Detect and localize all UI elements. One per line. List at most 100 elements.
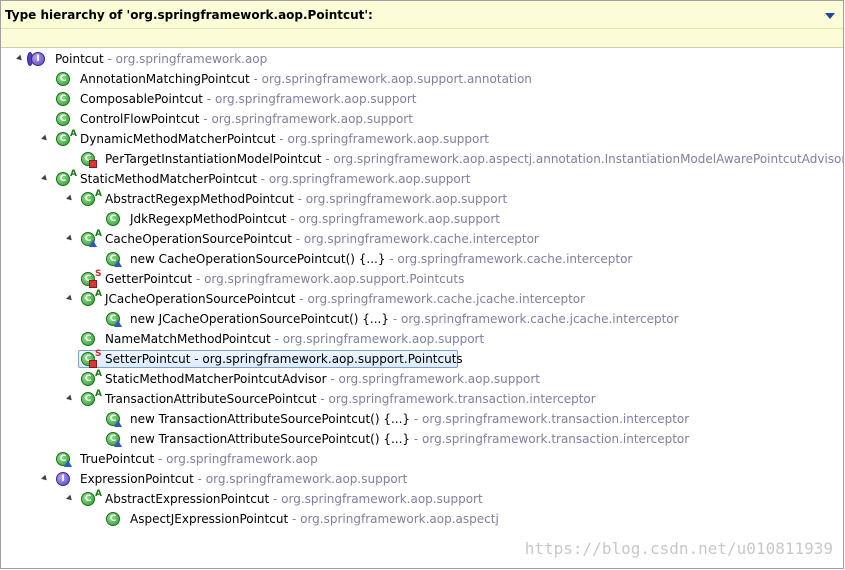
- tree-row[interactable]: ADynamicMethodMatcherPointcut - org.spri…: [1, 129, 843, 149]
- private-access-icon: [89, 360, 97, 368]
- tree-row[interactable]: PerTargetInstantiationModelPointcut - or…: [1, 149, 843, 169]
- type-label: SetterPointcut: [105, 352, 191, 366]
- type-name: ExpressionPointcut - org.springframework…: [80, 469, 407, 489]
- type-label: TransactionAttributeSourcePointcut: [105, 392, 317, 406]
- type-label: JCacheOperationSourcePointcut: [105, 292, 296, 306]
- class-icon: [56, 112, 70, 126]
- tree-row[interactable]: new TransactionAttributeSourcePointcut()…: [1, 429, 843, 449]
- abstract-marker: A: [95, 189, 102, 199]
- type-name: StaticMethodMatcherPointcutAdvisor - org…: [105, 369, 540, 389]
- static-marker: S: [95, 269, 102, 279]
- package-label: - org.springframework.aop.support: [293, 192, 508, 206]
- package-label: - org.springframework.transaction.interc…: [316, 392, 596, 406]
- package-label: - org.springframework.aop.support: [326, 372, 540, 386]
- expand-toggle-icon[interactable]: [66, 194, 74, 203]
- class-icon: [81, 332, 95, 346]
- type-label: new TransactionAttributeSourcePointcut()…: [130, 432, 411, 446]
- tree-row[interactable]: AnnotationMatchingPointcut - org.springf…: [1, 69, 843, 89]
- package-label: - org.springframework.aop.support: [286, 212, 500, 226]
- tree-row[interactable]: new JCacheOperationSourcePointcut() {...…: [1, 309, 843, 329]
- interface-icon: [31, 52, 45, 66]
- tree-row[interactable]: ExpressionPointcut - org.springframework…: [1, 469, 843, 489]
- class-icon: [56, 72, 70, 86]
- package-label: - org.springframework.aop.support: [275, 132, 490, 146]
- package-label: - org.springframework.aop.support.annota…: [249, 72, 532, 86]
- tree-row[interactable]: ControlFlowPointcut - org.springframewor…: [1, 109, 843, 129]
- type-label: AspectJExpressionPointcut: [130, 512, 289, 526]
- expand-toggle-icon[interactable]: [41, 474, 49, 483]
- package-label: - org.springframework.aop.support: [270, 332, 485, 346]
- package-label: - org.springframework.aop: [103, 52, 268, 66]
- default-access-icon: [114, 260, 122, 267]
- package-label: - org.springframework.aop.aspectj: [288, 512, 499, 526]
- view-menu-icon[interactable]: [825, 13, 835, 19]
- type-name: AbstractRegexpMethodPointcut - org.sprin…: [105, 189, 507, 209]
- expand-toggle-icon[interactable]: [66, 234, 74, 243]
- type-name: StaticMethodMatcherPointcut - org.spring…: [80, 169, 470, 189]
- tree-row[interactable]: AJCacheOperationSourcePointcut - org.spr…: [1, 289, 843, 309]
- tree-row[interactable]: ComposablePointcut - org.springframework…: [1, 89, 843, 109]
- abstract-marker: A: [95, 489, 102, 499]
- tree-row[interactable]: AAbstractExpressionPointcut - org.spring…: [1, 489, 843, 509]
- type-name: new TransactionAttributeSourcePointcut()…: [130, 409, 689, 429]
- tree-row[interactable]: JdkRegexpMethodPointcut - org.springfram…: [1, 209, 843, 229]
- tree-row[interactable]: ATransactionAttributeSourcePointcut - or…: [1, 389, 843, 409]
- package-label: - org.springframework.aop.aspectj.annota…: [321, 152, 843, 166]
- type-name: new TransactionAttributeSourcePointcut()…: [130, 429, 689, 449]
- type-label: NameMatchMethodPointcut: [105, 332, 271, 346]
- package-label: - org.springframework.aop.support: [193, 472, 408, 486]
- hierarchy-tree[interactable]: Pointcut - org.springframework.aopAnnota…: [1, 49, 843, 568]
- type-label: PerTargetInstantiationModelPointcut: [105, 152, 322, 166]
- tree-row[interactable]: AStaticMethodMatcherPointcutAdvisor - or…: [1, 369, 843, 389]
- class-icon: [81, 492, 95, 506]
- expand-toggle-icon[interactable]: [66, 294, 74, 303]
- abstract-marker: A: [95, 289, 102, 299]
- tree-row[interactable]: SGetterPointcut - org.springframework.ao…: [1, 269, 843, 289]
- expand-toggle-icon[interactable]: [66, 394, 74, 403]
- class-icon: [81, 292, 95, 306]
- tree-row[interactable]: TruePointcut - org.springframework.aop: [1, 449, 843, 469]
- tree-row[interactable]: new CacheOperationSourcePointcut() {...}…: [1, 249, 843, 269]
- expand-toggle-icon[interactable]: [66, 494, 74, 503]
- expand-toggle-icon[interactable]: [41, 134, 49, 143]
- tree-row[interactable]: SSetterPointcut - org.springframework.ao…: [1, 349, 843, 369]
- type-label: ComposablePointcut: [80, 92, 204, 106]
- tree-row[interactable]: Pointcut - org.springframework.aop: [1, 49, 843, 69]
- expand-toggle-icon[interactable]: [16, 54, 24, 63]
- abstract-marker: A: [95, 229, 102, 239]
- package-label: - org.springframework.aop.support: [256, 172, 471, 186]
- private-access-icon: [89, 160, 97, 168]
- private-access-icon: [89, 280, 97, 288]
- tree-row[interactable]: AspectJExpressionPointcut - org.springfr…: [1, 509, 843, 529]
- type-name: ComposablePointcut - org.springframework…: [80, 89, 416, 109]
- tree-row[interactable]: ACacheOperationSourcePointcut - org.spri…: [1, 229, 843, 249]
- type-label: JdkRegexpMethodPointcut: [130, 212, 287, 226]
- type-name: CacheOperationSourcePointcut - org.sprin…: [105, 229, 539, 249]
- type-label: StaticMethodMatcherPointcutAdvisor: [105, 372, 327, 386]
- type-name: new CacheOperationSourcePointcut() {...}…: [130, 249, 632, 269]
- type-name: TruePointcut - org.springframework.aop: [80, 449, 318, 469]
- type-label: new TransactionAttributeSourcePointcut()…: [130, 412, 411, 426]
- tree-row[interactable]: AAbstractRegexpMethodPointcut - org.spri…: [1, 189, 843, 209]
- class-icon: [81, 192, 95, 206]
- class-icon: [56, 132, 70, 146]
- tree-row[interactable]: new TransactionAttributeSourcePointcut()…: [1, 409, 843, 429]
- tree-row[interactable]: NameMatchMethodPointcut - org.springfram…: [1, 329, 843, 349]
- default-access-icon: [114, 320, 122, 327]
- type-label: Pointcut: [55, 52, 104, 66]
- package-label: - org.springframework.cache.jcache.inter…: [389, 312, 679, 326]
- class-icon: [106, 212, 120, 226]
- type-name: DynamicMethodMatcherPointcut - org.sprin…: [80, 129, 489, 149]
- expand-toggle-icon[interactable]: [41, 174, 49, 183]
- type-label: ControlFlowPointcut: [80, 112, 200, 126]
- interface-icon: [56, 472, 70, 486]
- type-label: AnnotationMatchingPointcut: [80, 72, 250, 86]
- type-label: new JCacheOperationSourcePointcut() {...…: [130, 312, 390, 326]
- type-name: JdkRegexpMethodPointcut - org.springfram…: [130, 209, 500, 229]
- package-label: - org.springframework.transaction.interc…: [410, 432, 690, 446]
- type-label: DynamicMethodMatcherPointcut: [80, 132, 276, 146]
- tree-row[interactable]: AStaticMethodMatcherPointcut - org.sprin…: [1, 169, 843, 189]
- package-label: - org.springframework.aop: [154, 452, 318, 466]
- package-label: - org.springframework.aop.support.Pointc…: [190, 352, 463, 366]
- header-band: [1, 29, 843, 48]
